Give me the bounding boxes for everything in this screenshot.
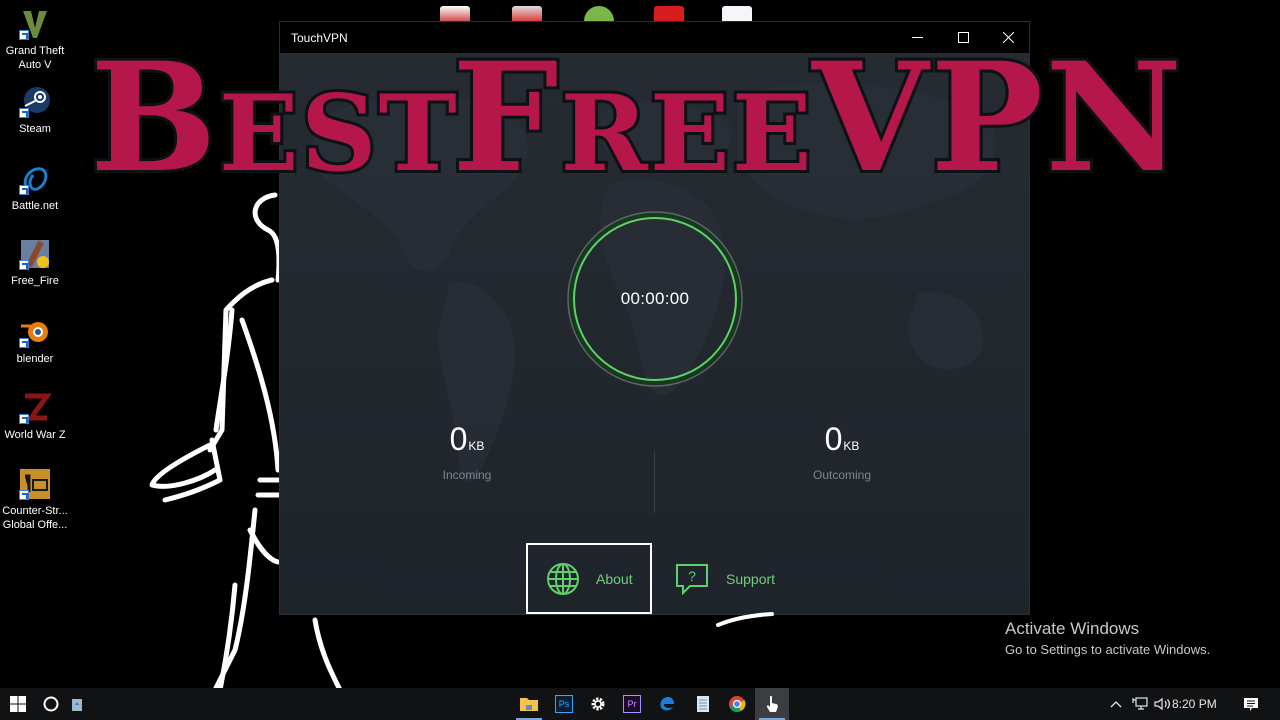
desktop-icon-top-4[interactable] — [654, 6, 684, 22]
taskbar-touchvpn[interactable] — [755, 688, 789, 720]
desktop-shortcut-label: Steam — [19, 123, 51, 135]
taskbar-photoshop[interactable]: Ps — [547, 688, 581, 720]
connection-timer: 00:00:00 — [620, 289, 690, 308]
maximize-icon — [957, 32, 969, 43]
cortana-circle-icon — [43, 696, 59, 712]
incoming-stat: 0KB Incoming — [407, 421, 527, 482]
close-icon — [1002, 32, 1014, 43]
gta-v-icon — [19, 8, 51, 40]
drawing-stroke — [716, 612, 774, 627]
minimize-button[interactable] — [894, 22, 940, 53]
system-tray — [1110, 688, 1172, 720]
desktop-shortcut-free-fire[interactable]: Free_Fire — [0, 238, 70, 288]
premiere-pro-icon: Pr — [623, 695, 641, 713]
about-button[interactable]: About — [526, 543, 652, 614]
csgo-icon — [19, 468, 51, 500]
outgoing-stat: 0KB Outcoming — [782, 421, 902, 482]
shortcut-arrow-icon — [19, 185, 29, 195]
shortcut-arrow-icon — [19, 30, 29, 40]
desktop-shortcut-world-war-z[interactable]: World War Z — [0, 392, 70, 442]
outgoing-unit: KB — [843, 439, 860, 453]
svg-text:?: ? — [688, 568, 696, 584]
desktop-shortcut-blender[interactable]: blender — [0, 316, 70, 366]
network-icon[interactable] — [1132, 697, 1148, 711]
chevron-up-icon[interactable] — [1110, 700, 1122, 708]
incoming-value: 0 — [449, 421, 468, 457]
volume-icon[interactable] — [1154, 697, 1172, 711]
window-titlebar[interactable]: TouchVPN — [280, 22, 1029, 53]
chrome-icon — [729, 696, 746, 713]
desktop-shortcut-label: Free_Fire — [11, 275, 59, 287]
start-button[interactable] — [0, 688, 36, 720]
taskbar-recycle-bin[interactable] — [62, 688, 92, 720]
close-button[interactable] — [985, 22, 1031, 53]
action-center-button[interactable] — [1234, 688, 1268, 720]
taskbar-notepad[interactable] — [686, 688, 720, 720]
outgoing-label: Outcoming — [812, 468, 872, 482]
folder-icon — [520, 698, 538, 711]
notifications-icon — [1244, 697, 1258, 711]
recycle-bin-icon — [72, 699, 82, 711]
world-war-z-icon — [19, 392, 52, 424]
shortcut-arrow-icon — [19, 338, 29, 348]
activate-title: Activate Windows — [1005, 619, 1140, 638]
desktop-shortcut-label: World War Z — [4, 429, 66, 441]
taskbar-settings[interactable] — [581, 688, 615, 720]
shortcut-arrow-icon — [19, 108, 29, 118]
desktop: Grand Theft Auto V Steam Battle.net Free… — [0, 0, 1280, 688]
window-title: TouchVPN — [291, 31, 348, 45]
shortcut-arrow-icon — [19, 490, 29, 500]
vpn-main-panel: 00:00:00 0KB Incoming 0KB Outcoming Abou… — [280, 53, 1029, 614]
notepad-icon — [697, 696, 709, 712]
desktop-shortcut-gta-v[interactable]: Grand Theft Auto V — [0, 8, 70, 72]
about-label: About — [596, 570, 633, 587]
activate-subtitle: Go to Settings to activate Windows. — [1005, 642, 1211, 657]
taskbar: Ps Pr 8:20 PM — [0, 688, 1280, 720]
globe-icon — [547, 562, 579, 595]
desktop-icon-top-2[interactable] — [512, 6, 542, 22]
desktop-shortcut-battlenet[interactable]: Battle.net — [0, 163, 70, 213]
taskbar-chrome[interactable] — [720, 688, 754, 720]
photoshop-icon: Ps — [555, 695, 573, 713]
utorrent-icon[interactable] — [584, 6, 614, 22]
support-label: Support — [726, 570, 776, 587]
shortcut-arrow-icon — [19, 260, 29, 270]
steam-icon — [19, 86, 51, 118]
edge-icon — [660, 697, 674, 711]
desktop-shortcut-label: Battle.net — [11, 200, 59, 212]
support-button[interactable]: ? Support — [674, 543, 784, 614]
dropbox-icon[interactable] — [722, 6, 752, 22]
incoming-unit: KB — [468, 439, 485, 453]
help-chat-icon: ? — [676, 563, 708, 595]
battlenet-icon — [19, 163, 51, 195]
taskbar-file-explorer[interactable] — [512, 688, 546, 720]
activate-windows-watermark: Activate Windows Go to Settings to activ… — [1005, 619, 1210, 661]
free-fire-icon — [19, 238, 51, 270]
taskbar-premiere-pro[interactable]: Pr — [615, 688, 649, 720]
minimize-icon — [911, 37, 923, 38]
desktop-icon-top-1[interactable] — [440, 6, 470, 22]
desktop-shortcut-label: Counter-Str... Global Offe... — [2, 505, 68, 531]
desktop-shortcut-label: blender — [16, 353, 54, 365]
taskbar-edge[interactable] — [650, 688, 684, 720]
touchvpn-window: TouchVPN 00:00:00 0KB Incoming 0KB Outco… — [279, 21, 1030, 615]
touchvpn-hand-icon — [766, 695, 778, 712]
desktop-shortcut-label: Grand Theft Auto V — [5, 45, 65, 71]
taskbar-clock[interactable]: 8:20 PM — [1172, 688, 1217, 720]
maximize-button[interactable] — [940, 22, 986, 53]
incoming-label: Incoming — [442, 468, 492, 482]
desktop-shortcut-steam[interactable]: Steam — [0, 86, 70, 136]
gear-icon — [591, 697, 605, 711]
blender-icon — [19, 316, 51, 348]
windows-logo-icon — [10, 696, 26, 712]
shortcut-arrow-icon — [19, 414, 29, 424]
outgoing-value: 0 — [824, 421, 843, 457]
desktop-shortcut-csgo[interactable]: Counter-Str... Global Offe... — [0, 468, 70, 532]
stats-divider — [654, 451, 655, 513]
